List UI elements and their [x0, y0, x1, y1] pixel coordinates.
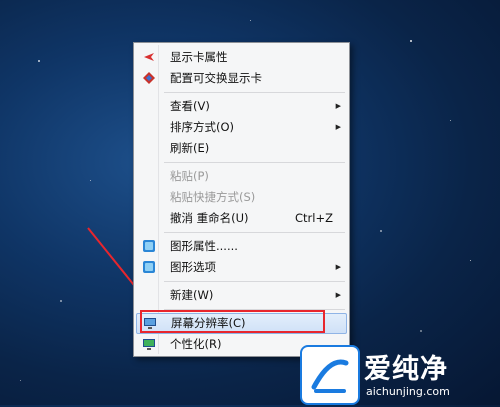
switchable-graphics-icon	[143, 72, 155, 84]
menu-item-view[interactable]: 查看(V) ▶	[136, 96, 347, 117]
menu-item-paste: 粘贴(P)	[136, 166, 347, 187]
menu-item-label: 查看(V)	[170, 99, 210, 113]
annotation-highlight-box	[140, 310, 325, 333]
menu-item-paste-shortcut: 粘贴快捷方式(S)	[136, 187, 347, 208]
submenu-arrow-icon: ▶	[335, 263, 341, 271]
menu-item-sort-by[interactable]: 排序方式(O) ▶	[136, 117, 347, 138]
menu-item-label: 新建(W)	[170, 288, 214, 302]
watermark-logo-icon	[300, 345, 360, 405]
watermark-text: 爱纯净	[364, 354, 448, 385]
menu-item-label: 排序方式(O)	[170, 120, 235, 134]
menu-item-undo-rename[interactable]: 撤消 重命名(U) Ctrl+Z	[136, 208, 347, 229]
menu-item-display-card-properties[interactable]: 显示卡属性	[136, 47, 347, 68]
graphics-properties-icon	[143, 240, 155, 252]
menu-item-graphics-options[interactable]: 图形选项 ▶	[136, 257, 347, 278]
submenu-arrow-icon: ▶	[335, 123, 341, 131]
menu-item-label: 图形属性......	[170, 239, 238, 253]
menu-item-label: 图形选项	[170, 260, 216, 274]
watermark-url: aichunjing.com	[366, 385, 450, 398]
submenu-arrow-icon: ▶	[335, 102, 341, 110]
menu-item-label: 粘贴(P)	[170, 169, 209, 183]
menu-item-label: 撤消 重命名(U)	[170, 211, 249, 225]
watermark: 爱纯净 aichunjing.com	[300, 345, 500, 405]
menu-item-label: 个性化(R)	[170, 337, 222, 351]
menu-item-graphics-properties[interactable]: 图形属性......	[136, 236, 347, 257]
submenu-arrow-icon: ▶	[335, 291, 341, 299]
personalize-icon	[143, 339, 155, 350]
graphics-options-icon	[143, 261, 155, 273]
menu-item-label: 刷新(E)	[170, 141, 210, 155]
menu-item-label: 显示卡属性	[170, 50, 228, 64]
menu-item-refresh[interactable]: 刷新(E)	[136, 138, 347, 159]
menu-item-switchable-graphics[interactable]: 配置可交换显示卡	[136, 68, 347, 89]
menu-separator	[164, 281, 345, 282]
menu-item-new[interactable]: 新建(W) ▶	[136, 285, 347, 306]
menu-item-shortcut: Ctrl+Z	[295, 211, 333, 225]
menu-item-label: 粘贴快捷方式(S)	[170, 190, 256, 204]
menu-separator	[164, 92, 345, 93]
menu-separator	[164, 232, 345, 233]
display-card-icon	[144, 53, 154, 61]
menu-separator	[164, 162, 345, 163]
menu-item-label: 配置可交换显示卡	[170, 71, 262, 85]
